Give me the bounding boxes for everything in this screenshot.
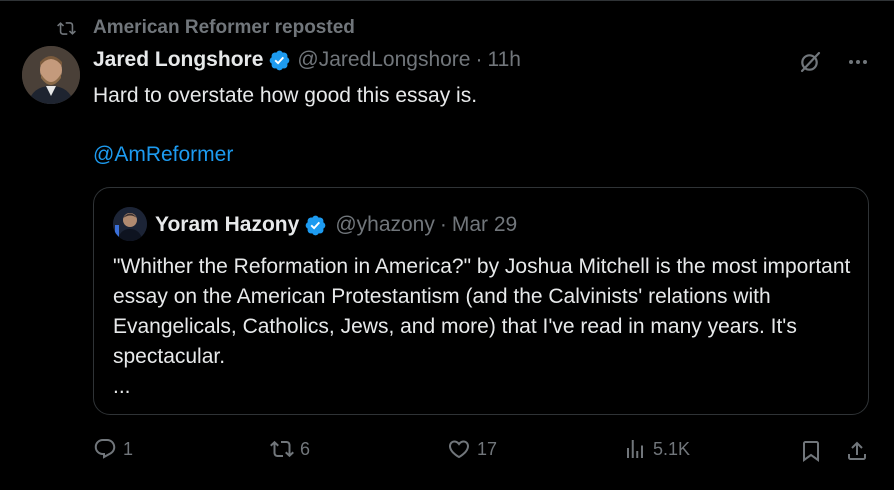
verified-badge-icon — [299, 214, 335, 237]
tweet-top-actions — [798, 50, 870, 74]
separator: · — [475, 48, 483, 71]
views-icon — [623, 437, 653, 461]
share-icon — [845, 439, 869, 463]
mention-link[interactable]: @AmReformer — [93, 143, 233, 167]
separator: · — [439, 213, 447, 236]
like-icon — [447, 437, 477, 461]
repost-icon — [270, 437, 300, 461]
author-handle[interactable]: @JaredLongshore — [297, 48, 470, 72]
quote-author-name: Yoram Hazony — [155, 213, 300, 236]
more-icon[interactable] — [846, 50, 870, 74]
repost-context[interactable]: American Reformer reposted — [57, 17, 355, 39]
reply-icon — [93, 437, 123, 461]
repost-button[interactable]: 6 — [270, 437, 310, 461]
like-count: 17 — [477, 438, 498, 459]
repost-label: American Reformer reposted — [93, 17, 355, 38]
verified-badge-icon — [263, 49, 297, 72]
tweet-actions: 1 6 17 5.1K — [93, 437, 871, 467]
quote-date: Mar 29 — [451, 213, 518, 236]
quote-body: "Whither the Reformation in America?" by… — [113, 252, 853, 402]
bookmark-button[interactable] — [799, 439, 823, 463]
avatar[interactable] — [22, 46, 80, 104]
tweet-text: Hard to overstate how good this essay is… — [93, 84, 478, 107]
quote-text: "Whither the Reformation in America?" by… — [113, 255, 851, 368]
repost-icon — [57, 19, 93, 38]
author-name[interactable]: Jared Longshore — [93, 48, 263, 72]
timestamp[interactable]: 11h — [487, 48, 520, 72]
views-count: 5.1K — [653, 438, 691, 459]
quote-header: Yoram Hazony @yhazony · Mar 29 — [155, 213, 517, 237]
quote-ellipsis: ... — [113, 375, 131, 398]
share-button[interactable] — [845, 439, 869, 463]
grok-icon[interactable] — [798, 50, 822, 74]
views-button[interactable]: 5.1K — [623, 437, 690, 461]
repost-count: 6 — [300, 438, 311, 459]
tweet-header: Jared Longshore @JaredLongshore · 11h — [93, 48, 521, 72]
divider — [0, 0, 894, 1]
reply-count: 1 — [123, 438, 134, 459]
reply-button[interactable]: 1 — [93, 437, 133, 461]
like-button[interactable]: 17 — [447, 437, 497, 461]
quote-avatar[interactable] — [113, 207, 147, 241]
bookmark-icon — [799, 439, 823, 463]
quote-tweet[interactable]: Yoram Hazony @yhazony · Mar 29 "Whither … — [93, 187, 869, 415]
quote-author-handle: @yhazony — [335, 213, 435, 236]
